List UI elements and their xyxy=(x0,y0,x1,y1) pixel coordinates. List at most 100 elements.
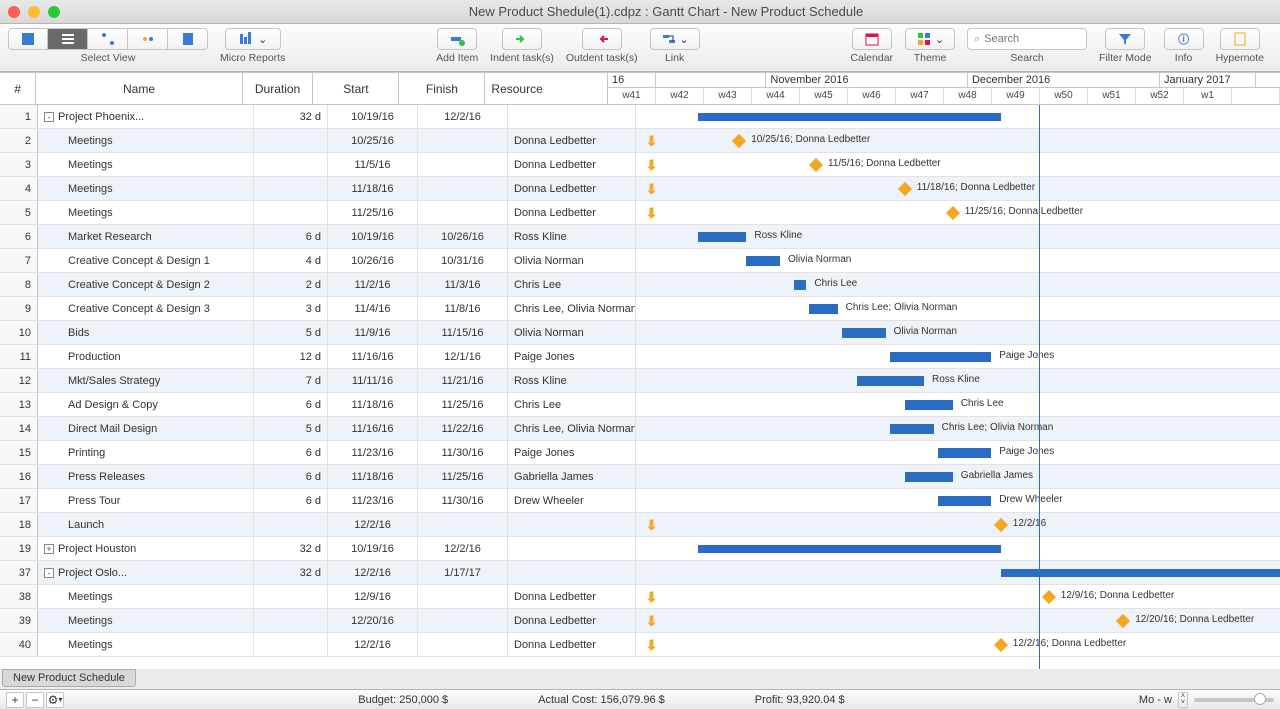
sheet-tab[interactable]: New Product Schedule xyxy=(2,669,136,687)
indent-button[interactable] xyxy=(502,28,542,50)
cell-res[interactable]: Drew Wheeler xyxy=(508,489,636,512)
cell-dur[interactable]: 32 d xyxy=(254,105,328,128)
milestone-diamond[interactable] xyxy=(1042,590,1056,604)
cell-dur[interactable]: 32 d xyxy=(254,561,328,584)
cell-start[interactable]: 11/18/16 xyxy=(328,177,418,200)
view-2-button[interactable] xyxy=(48,28,88,50)
cell-dur[interactable]: 4 d xyxy=(254,249,328,272)
cell-start[interactable]: 11/18/16 xyxy=(328,393,418,416)
cell-res[interactable]: Donna Ledbetter xyxy=(508,609,636,632)
task-name[interactable]: Creative Concept & Design 1 xyxy=(38,249,254,272)
cell-finish[interactable]: 11/25/16 xyxy=(418,465,508,488)
hypernote-button[interactable] xyxy=(1220,28,1260,50)
task-bar[interactable] xyxy=(938,448,991,458)
view-1-button[interactable] xyxy=(8,28,48,50)
cell-res[interactable] xyxy=(508,105,636,128)
zoom-window[interactable] xyxy=(48,6,60,18)
micro-reports-button[interactable]: ⌄ xyxy=(225,28,281,50)
col-start[interactable]: Start xyxy=(313,73,399,104)
close-window[interactable] xyxy=(8,6,20,18)
cell-finish[interactable] xyxy=(418,585,508,608)
cell-dur[interactable] xyxy=(254,585,328,608)
task-name[interactable]: Meetings xyxy=(38,633,254,656)
cell-finish[interactable] xyxy=(418,609,508,632)
task-bar[interactable] xyxy=(809,304,838,314)
summary-bar[interactable] xyxy=(698,113,1000,121)
cell-res[interactable]: Donna Ledbetter xyxy=(508,153,636,176)
collapse-icon[interactable]: - xyxy=(44,568,54,578)
cell-dur[interactable] xyxy=(254,633,328,656)
col-resource[interactable]: Resource xyxy=(485,73,608,104)
cell-dur[interactable] xyxy=(254,153,328,176)
cell-res[interactable]: Chris Lee xyxy=(508,273,636,296)
cell-res[interactable]: Olivia Norman xyxy=(508,249,636,272)
milestone-diamond[interactable] xyxy=(994,638,1008,652)
task-row[interactable]: 12Mkt/Sales Strategy7 d11/11/1611/21/16R… xyxy=(0,369,1280,393)
cell-dur[interactable] xyxy=(254,177,328,200)
task-row[interactable]: 37-Project Oslo...32 d12/2/161/17/17 xyxy=(0,561,1280,585)
task-row[interactable]: 15Printing6 d11/23/1611/30/16Paige Jones… xyxy=(0,441,1280,465)
cell-start[interactable]: 12/9/16 xyxy=(328,585,418,608)
cell-dur[interactable] xyxy=(254,201,328,224)
task-row[interactable]: 5Meetings11/25/16Donna Ledbetter⬇11/25/1… xyxy=(0,201,1280,225)
cell-start[interactable]: 11/16/16 xyxy=(328,417,418,440)
task-name[interactable]: Creative Concept & Design 3 xyxy=(38,297,254,320)
cell-start[interactable]: 12/20/16 xyxy=(328,609,418,632)
cell-res[interactable]: Donna Ledbetter xyxy=(508,585,636,608)
cell-dur[interactable]: 5 d xyxy=(254,417,328,440)
task-name[interactable]: Press Releases xyxy=(38,465,254,488)
cell-start[interactable]: 11/25/16 xyxy=(328,201,418,224)
cell-dur[interactable] xyxy=(254,129,328,152)
cell-start[interactable]: 11/5/16 xyxy=(328,153,418,176)
task-row[interactable]: 2Meetings10/25/16Donna Ledbetter⬇10/25/1… xyxy=(0,129,1280,153)
cell-start[interactable]: 10/26/16 xyxy=(328,249,418,272)
task-row[interactable]: 38Meetings12/9/16Donna Ledbetter⬇12/9/16… xyxy=(0,585,1280,609)
search-input[interactable] xyxy=(984,33,1074,45)
task-row[interactable]: 16Press Releases6 d11/18/1611/25/16Gabri… xyxy=(0,465,1280,489)
summary-bar[interactable] xyxy=(1001,569,1280,577)
cell-finish[interactable] xyxy=(418,513,508,536)
scale-stepper[interactable]: ˄˅ xyxy=(1178,692,1188,708)
task-name[interactable]: Market Research xyxy=(38,225,254,248)
task-row[interactable]: 3Meetings11/5/16Donna Ledbetter⬇11/5/16;… xyxy=(0,153,1280,177)
task-name[interactable]: Press Tour xyxy=(38,489,254,512)
cell-start[interactable]: 10/19/16 xyxy=(328,225,418,248)
outdent-button[interactable] xyxy=(582,28,622,50)
cell-dur[interactable]: 6 d xyxy=(254,393,328,416)
cell-finish[interactable] xyxy=(418,201,508,224)
cell-finish[interactable]: 12/2/16 xyxy=(418,105,508,128)
task-bar[interactable] xyxy=(857,376,924,386)
cell-dur[interactable]: 32 d xyxy=(254,537,328,560)
milestone-diamond[interactable] xyxy=(898,182,912,196)
cell-finish[interactable]: 11/25/16 xyxy=(418,393,508,416)
cell-finish[interactable] xyxy=(418,129,508,152)
search-field[interactable]: ⌕ xyxy=(967,28,1087,50)
cell-start[interactable]: 11/2/16 xyxy=(328,273,418,296)
task-row[interactable]: 8Creative Concept & Design 22 d11/2/1611… xyxy=(0,273,1280,297)
task-row[interactable]: 1-Project Phoenix...32 d10/19/1612/2/16 xyxy=(0,105,1280,129)
task-name[interactable]: Meetings xyxy=(38,585,254,608)
task-row[interactable]: 19+Project Houston32 d10/19/1612/2/16 xyxy=(0,537,1280,561)
cell-finish[interactable] xyxy=(418,177,508,200)
task-row[interactable]: 18Launch12/2/16⬇12/2/16 xyxy=(0,513,1280,537)
task-row[interactable]: 6Market Research6 d10/19/1610/26/16Ross … xyxy=(0,225,1280,249)
cell-start[interactable]: 12/2/16 xyxy=(328,561,418,584)
task-name[interactable]: Launch xyxy=(38,513,254,536)
cell-res[interactable]: Gabriella James xyxy=(508,465,636,488)
col-num[interactable]: # xyxy=(0,73,36,104)
task-name[interactable]: Printing xyxy=(38,441,254,464)
task-row[interactable]: 9Creative Concept & Design 33 d11/4/1611… xyxy=(0,297,1280,321)
cell-res[interactable]: Donna Ledbetter xyxy=(508,129,636,152)
remove-button[interactable]: − xyxy=(26,692,44,708)
task-bar[interactable] xyxy=(890,424,933,434)
zoom-slider[interactable] xyxy=(1194,698,1274,702)
view-5-button[interactable] xyxy=(168,28,208,50)
milestone-diamond[interactable] xyxy=(732,134,746,148)
cell-finish[interactable]: 12/1/16 xyxy=(418,345,508,368)
milestone-diamond[interactable] xyxy=(809,158,823,172)
zoom-thumb[interactable] xyxy=(1254,693,1266,705)
cell-res[interactable]: Donna Ledbetter xyxy=(508,201,636,224)
filter-button[interactable] xyxy=(1105,28,1145,50)
task-bar[interactable] xyxy=(905,400,953,410)
task-row[interactable]: 4Meetings11/18/16Donna Ledbetter⬇11/18/1… xyxy=(0,177,1280,201)
